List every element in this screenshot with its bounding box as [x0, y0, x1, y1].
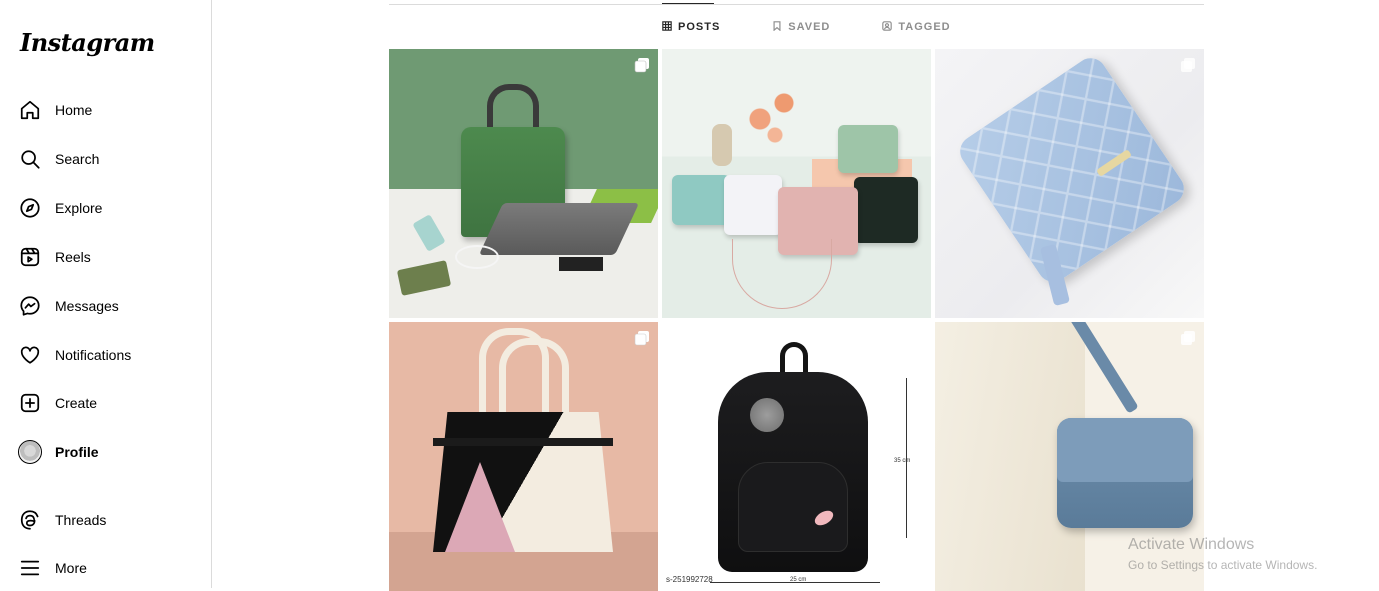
- posts-grid: 35 cm s-251992728 25 cm: [389, 49, 1204, 591]
- width-dimension-label: 25 cm: [790, 577, 807, 583]
- sidebar-item-label: Messages: [55, 298, 119, 314]
- pompom-keychain: [750, 398, 784, 432]
- bookmark-icon: [772, 20, 782, 34]
- sidebar: Instagram Home Search Explore Reels Mess…: [0, 0, 212, 588]
- instagram-logo[interactable]: Instagram: [20, 28, 155, 57]
- post-thumbnail-black-backpack[interactable]: 35 cm s-251992728 25 cm: [662, 322, 931, 591]
- sidebar-item-label: Explore: [55, 200, 103, 216]
- heart-icon: [18, 343, 42, 367]
- sunglasses: [559, 257, 603, 271]
- sidebar-item-more[interactable]: More: [18, 548, 198, 588]
- sidebar-item-profile[interactable]: Profile: [18, 432, 198, 472]
- sidebar-item-label: Search: [55, 151, 100, 167]
- post-thumbnail-pastel-bags[interactable]: [662, 49, 931, 318]
- tab-posts[interactable]: POSTS: [662, 19, 720, 35]
- sidebar-item-messages[interactable]: Messages: [18, 286, 198, 326]
- teal-bag: [672, 175, 730, 225]
- plus-square-icon: [18, 391, 42, 415]
- tab-saved[interactable]: SAVED: [772, 19, 830, 35]
- profile-avatar: [18, 440, 42, 464]
- bag-flap: [1057, 418, 1193, 482]
- grid-icon: [662, 20, 672, 34]
- sidebar-item-reels[interactable]: Reels: [18, 237, 198, 277]
- home-icon: [18, 98, 42, 122]
- sidebar-item-label: Threads: [55, 512, 107, 528]
- black-bag: [854, 177, 918, 243]
- sidebar-item-notifications[interactable]: Notifications: [18, 335, 198, 375]
- vase: [712, 124, 732, 166]
- watermark-title: Activate Windows: [1128, 536, 1255, 553]
- phone: [412, 214, 446, 252]
- tote-belt: [433, 438, 613, 446]
- laptop: [478, 203, 640, 255]
- sidebar-item-explore[interactable]: Explore: [18, 188, 198, 228]
- green-bag: [838, 125, 898, 173]
- sidebar-item-home[interactable]: Home: [18, 90, 198, 130]
- quilt-pattern: [954, 52, 1190, 288]
- flowers: [742, 71, 802, 151]
- watermark-subtitle: Go to Settings to activate Windows.: [1128, 558, 1318, 572]
- profile-tabs: POSTS SAVED TAGGED: [662, 19, 951, 35]
- profile-tabs-divider: [389, 4, 1204, 5]
- tab-label: POSTS: [678, 21, 721, 33]
- carousel-icon: [634, 57, 650, 73]
- messenger-icon: [18, 294, 42, 318]
- sidebar-item-label: Create: [55, 395, 98, 411]
- sidebar-item-label: More: [55, 560, 87, 576]
- threads-icon: [18, 508, 42, 532]
- windows-activation-watermark: Activate Windows Go to Settings to activ…: [1128, 536, 1317, 572]
- sidebar-item-label: Reels: [55, 249, 91, 265]
- compass-icon: [18, 196, 42, 220]
- sidebar-item-create[interactable]: Create: [18, 383, 198, 423]
- sidebar-item-label: Home: [55, 102, 93, 118]
- tab-label: TAGGED: [898, 21, 951, 33]
- sidebar-item-label: Notifications: [55, 347, 132, 363]
- sidebar-item-label: Profile: [55, 444, 99, 460]
- sidebar-item-search[interactable]: Search: [18, 139, 198, 179]
- avatar: [18, 440, 42, 464]
- post-thumbnail-blue-wallet[interactable]: [935, 49, 1204, 318]
- card-holder: [396, 260, 452, 296]
- post-thumbnail-black-white-tote[interactable]: [389, 322, 658, 591]
- carousel-icon: [1180, 330, 1196, 346]
- cable: [455, 245, 499, 269]
- height-dimension-label: 35 cm: [894, 458, 911, 464]
- sidebar-item-threads[interactable]: Threads: [18, 500, 198, 540]
- post-thumbnail-green-laptop-bag[interactable]: [389, 49, 658, 318]
- white-bag: [724, 175, 782, 235]
- hamburger-icon: [18, 556, 42, 580]
- bag-strap: [732, 239, 832, 309]
- front-pocket: [738, 462, 848, 552]
- product-code: s-251992728: [666, 575, 713, 584]
- tagged-icon: [882, 20, 893, 34]
- carousel-icon: [634, 330, 650, 346]
- tab-tagged[interactable]: TAGGED: [882, 19, 950, 35]
- carousel-icon: [1180, 57, 1196, 73]
- search-icon: [18, 147, 42, 171]
- reels-icon: [18, 245, 42, 269]
- tab-label: SAVED: [788, 21, 831, 33]
- active-tab-indicator: [662, 3, 714, 4]
